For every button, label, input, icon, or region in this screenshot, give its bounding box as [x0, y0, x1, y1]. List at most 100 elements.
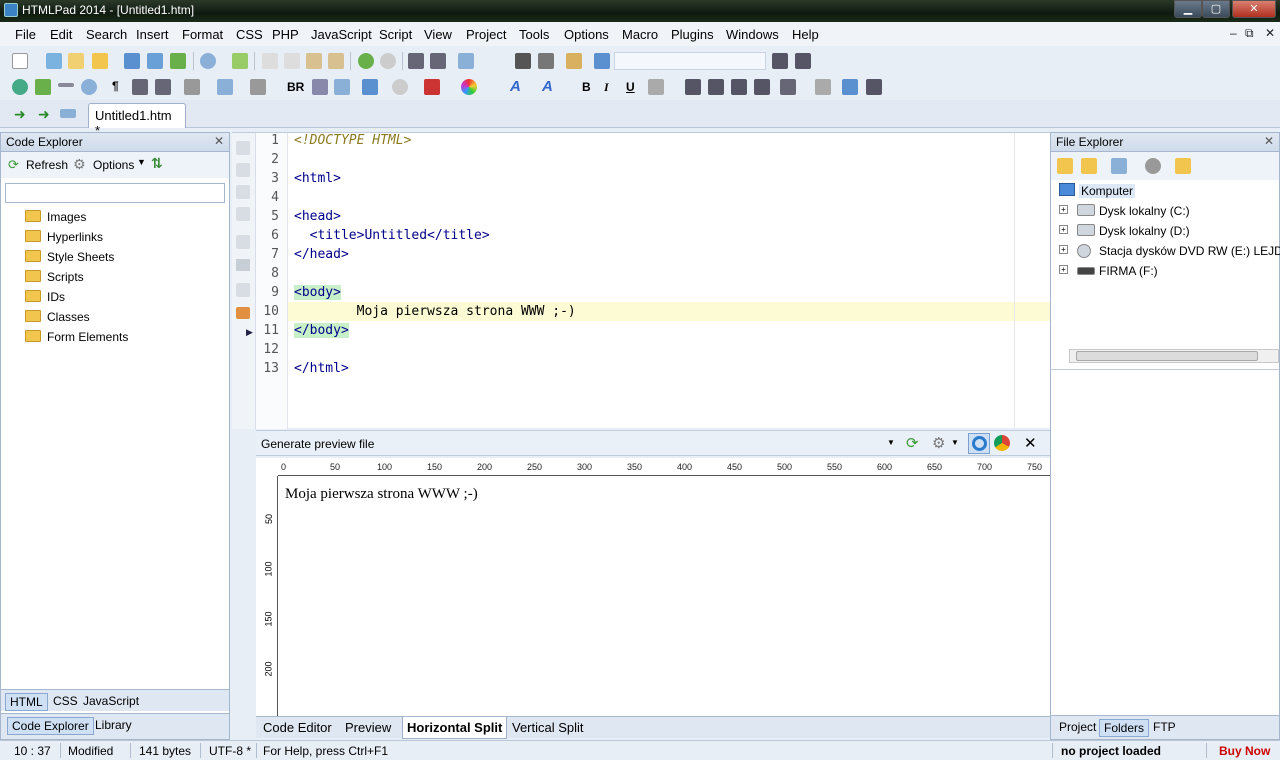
- paragraph-icon[interactable]: ¶: [112, 79, 119, 93]
- close-button[interactable]: ✕: [1232, 0, 1276, 18]
- comment-icon[interactable]: [81, 79, 97, 95]
- replace-icon[interactable]: [538, 53, 554, 69]
- menu-format[interactable]: Format: [182, 27, 223, 42]
- ie-engine-button[interactable]: [968, 433, 990, 454]
- tree-item-style-sheets[interactable]: Style Sheets: [1, 247, 229, 267]
- binoculars-find-icon[interactable]: [515, 53, 531, 69]
- view-mode-icon[interactable]: [1111, 158, 1127, 174]
- indent-icon[interactable]: [408, 53, 424, 69]
- expand-icon[interactable]: +: [1059, 265, 1068, 274]
- sort-icon[interactable]: ⇅: [151, 155, 163, 172]
- mdi-close-button[interactable]: ✕: [1265, 26, 1275, 40]
- goto-line-icon[interactable]: [594, 53, 610, 69]
- tree-item-drive-d[interactable]: + Dysk lokalny (D:): [1057, 221, 1279, 241]
- tab-css[interactable]: CSS: [49, 693, 82, 709]
- menu-search[interactable]: Search: [86, 27, 127, 42]
- align-justify-icon[interactable]: [754, 79, 770, 95]
- gutter-tool-icon[interactable]: [236, 141, 250, 155]
- menu-project[interactable]: Project: [466, 27, 506, 42]
- settings-gear-icon[interactable]: [1145, 158, 1161, 174]
- image-icon[interactable]: [35, 79, 51, 95]
- clear-format-icon[interactable]: [424, 79, 440, 95]
- css-picker-icon[interactable]: [842, 79, 858, 95]
- tab-horizontal-split[interactable]: Horizontal Split: [402, 717, 508, 739]
- menu-options[interactable]: Options: [564, 27, 609, 42]
- redo-icon[interactable]: [380, 53, 396, 69]
- gutter-tool-icon[interactable]: [236, 185, 250, 199]
- maximize-button[interactable]: ▢: [1202, 0, 1230, 18]
- refresh-button[interactable]: Refresh: [26, 158, 68, 172]
- chevron-down-icon[interactable]: ▼: [951, 438, 959, 447]
- horizontal-rule-icon[interactable]: [58, 83, 74, 87]
- settings-gear-icon[interactable]: ⚙: [932, 434, 945, 452]
- open-folder-icon[interactable]: [1175, 158, 1191, 174]
- gutter-tool-icon[interactable]: [236, 259, 250, 271]
- gutter-tool-icon[interactable]: [236, 283, 250, 297]
- minimize-button[interactable]: ▁: [1174, 0, 1202, 18]
- ordered-list-icon[interactable]: [155, 79, 171, 95]
- font-style-icon[interactable]: A: [542, 78, 553, 95]
- strikethrough-icon[interactable]: [648, 79, 664, 95]
- expand-arrow-icon[interactable]: ▶: [246, 327, 253, 338]
- menu-javascript[interactable]: JavaScript: [311, 27, 372, 42]
- options-button[interactable]: Options: [93, 158, 134, 172]
- color-picker-icon[interactable]: [461, 79, 477, 95]
- menu-tools[interactable]: Tools: [519, 27, 549, 42]
- folder-up-icon[interactable]: [1057, 158, 1073, 174]
- code-editor[interactable]: ▶ 1 2 3 4 5 6 7 8 9 10 11 12 13 <!DOCTYP…: [232, 132, 1050, 429]
- chrome-icon[interactable]: [994, 435, 1010, 451]
- search-combo[interactable]: [614, 52, 766, 70]
- nbsp-icon[interactable]: [312, 79, 328, 95]
- tree-item-classes[interactable]: Classes: [1, 307, 229, 327]
- expand-icon[interactable]: +: [1059, 225, 1068, 234]
- gutter-tool-icon[interactable]: [236, 235, 250, 249]
- paste-special-icon[interactable]: [328, 53, 344, 69]
- line-break-button[interactable]: BR: [287, 80, 304, 94]
- menu-view[interactable]: View: [424, 27, 452, 42]
- tree-item-drive-c[interactable]: + Dysk lokalny (C:): [1057, 201, 1279, 221]
- new-file-icon[interactable]: [12, 53, 28, 69]
- forward-arrow-icon[interactable]: ➜: [38, 106, 50, 123]
- italic-button[interactable]: I: [604, 80, 609, 95]
- line-spacing-icon[interactable]: [780, 79, 796, 95]
- tab-code-editor[interactable]: Code Editor: [263, 720, 332, 735]
- tab-code-explorer[interactable]: Code Explorer: [7, 717, 94, 735]
- tab-folders[interactable]: Folders: [1099, 719, 1150, 737]
- layout-icon[interactable]: [458, 53, 474, 69]
- close-panel-icon[interactable]: ✕: [1264, 134, 1274, 148]
- tab-untitled1[interactable]: Untitled1.htm *: [88, 103, 186, 138]
- open-folder-icon[interactable]: [92, 53, 108, 69]
- mdi-minimize-button[interactable]: –: [1230, 26, 1237, 40]
- outdent-icon[interactable]: [430, 53, 446, 69]
- script-icon[interactable]: [362, 79, 378, 95]
- form-icon[interactable]: [250, 79, 266, 95]
- link-icon[interactable]: [12, 79, 28, 95]
- menu-insert[interactable]: Insert: [136, 27, 169, 42]
- gutter-tool-icon[interactable]: [236, 207, 250, 221]
- menu-edit[interactable]: Edit: [50, 27, 72, 42]
- tab-ftp[interactable]: FTP: [1149, 719, 1180, 735]
- tree-item-scripts[interactable]: Scripts: [1, 267, 229, 287]
- tab-list-icon[interactable]: [60, 109, 76, 118]
- expand-icon[interactable]: +: [1059, 245, 1068, 254]
- mdi-restore-button[interactable]: ⧉: [1245, 26, 1254, 41]
- undo-icon[interactable]: [358, 53, 374, 69]
- save-as-icon[interactable]: [170, 53, 186, 69]
- menu-file[interactable]: File: [15, 27, 36, 42]
- special-char-icon[interactable]: [334, 79, 350, 95]
- menu-windows[interactable]: Windows: [726, 27, 779, 42]
- save-icon[interactable]: [124, 53, 140, 69]
- menu-script[interactable]: Script: [379, 27, 412, 42]
- close-preview-icon[interactable]: ✕: [1024, 434, 1037, 452]
- new-folder-icon[interactable]: [1081, 158, 1097, 174]
- refresh-preview-icon[interactable]: ⟳: [906, 434, 919, 452]
- shape-icon[interactable]: [392, 79, 408, 95]
- expand-icon[interactable]: +: [1059, 205, 1068, 214]
- bookmark-icon[interactable]: [236, 307, 250, 319]
- tab-vertical-split[interactable]: Vertical Split: [512, 720, 584, 735]
- find-icon[interactable]: [200, 53, 216, 69]
- tree-item-drive-f[interactable]: + FIRMA (F:): [1057, 261, 1279, 281]
- tree-item-komputer[interactable]: Komputer: [1057, 181, 1279, 201]
- preview-mode-dropdown[interactable]: Generate preview file: [261, 437, 374, 451]
- find-in-files-icon[interactable]: [566, 53, 582, 69]
